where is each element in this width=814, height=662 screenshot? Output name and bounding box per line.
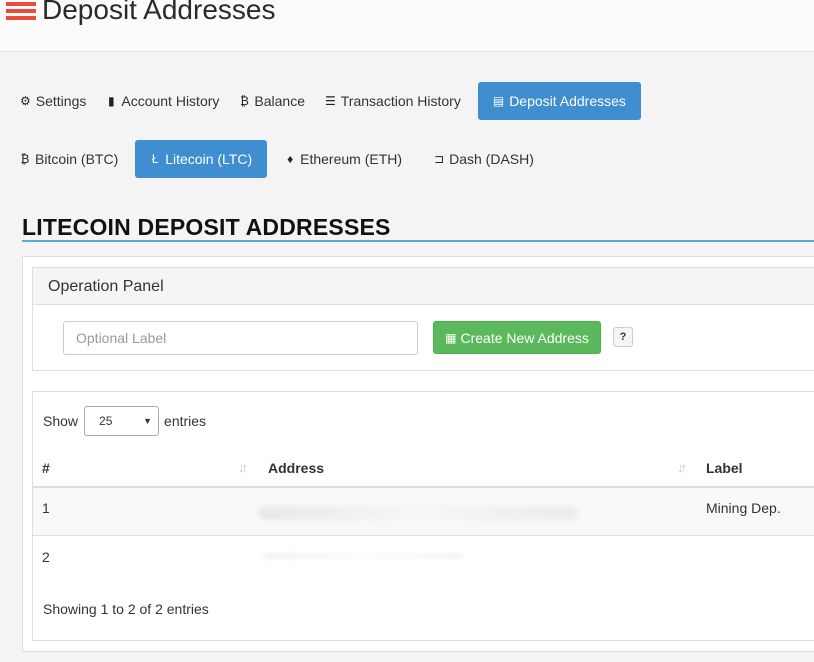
nav-deposit-addresses-label: Deposit Addresses	[509, 93, 626, 109]
nav-balance[interactable]: ₿ Balance	[229, 82, 315, 120]
tab-litecoin[interactable]: Ł Litecoin (LTC)	[135, 140, 268, 178]
redacted-address	[263, 553, 463, 559]
label-input[interactable]	[63, 321, 418, 355]
caret-down-icon: ▼	[143, 416, 153, 426]
tab-ethereum[interactable]: ♦ Ethereum (ETH)	[275, 140, 412, 178]
dash-icon: ⊐	[434, 152, 445, 166]
nav-transaction-history[interactable]: ☰ Transaction History	[315, 82, 471, 120]
show-label: Show	[43, 413, 79, 429]
sort-icon[interactable]: ↓↑	[238, 460, 248, 475]
bitcoin-icon: ₿	[239, 94, 249, 108]
page-length-control: Show 25 ▼ entries	[43, 406, 206, 436]
operation-panel: Operation Panel ▦ Create New Address ?	[32, 267, 814, 371]
page-title: Deposit Addresses	[42, 0, 276, 25]
nav-account-history-label: Account History	[121, 93, 220, 109]
account-nav: ⚙ Settings ▮ Account History ₿ Balance ☰…	[10, 82, 641, 120]
nav-balance-label: Balance	[254, 93, 305, 109]
column-address[interactable]: Address	[268, 454, 324, 488]
table-row: 1 Mining Dep.	[33, 488, 814, 536]
tab-dash[interactable]: ⊐ Dash (DASH)	[424, 140, 544, 178]
create-address-button[interactable]: ▦ Create New Address	[433, 321, 601, 354]
tab-bitcoin-label: Bitcoin (BTC)	[35, 151, 119, 167]
litecoin-icon: Ł	[151, 152, 159, 166]
row-index: 1	[42, 500, 50, 516]
table-icon: ▦	[445, 330, 457, 345]
table-header: # ↓↑ Address ↓↑ Label	[33, 454, 814, 488]
nav-transaction-history-label: Transaction History	[340, 93, 461, 109]
table-row: 2	[33, 537, 814, 585]
redacted-address	[258, 506, 578, 520]
sort-icon[interactable]: ↓↑	[677, 460, 687, 475]
gear-icon: ⚙	[20, 94, 31, 108]
entries-label: entries	[164, 413, 207, 429]
tab-dash-label: Dash (DASH)	[449, 151, 534, 167]
column-index[interactable]: #	[42, 454, 50, 488]
addresses-table-panel: Show 25 ▼ entries # ↓↑ Address ↓↑ Label …	[32, 391, 814, 641]
nav-account-history[interactable]: ▮ Account History	[96, 82, 229, 120]
operation-panel-title: Operation Panel	[33, 268, 814, 305]
list-icon: ☰	[325, 94, 336, 108]
table-info: Showing 1 to 2 of 2 entries	[43, 601, 209, 617]
page-header: Deposit Addresses	[0, 0, 814, 52]
ethereum-icon: ♦	[287, 152, 294, 166]
section-divider	[22, 240, 814, 242]
section-heading: LITECOIN DEPOSIT ADDRESSES	[22, 214, 391, 240]
nav-settings[interactable]: ⚙ Settings	[10, 82, 96, 120]
nav-settings-label: Settings	[35, 93, 87, 109]
row-label: Mining Dep.	[706, 500, 781, 516]
help-button[interactable]: ?	[613, 327, 633, 347]
list-alt-icon: ▤	[492, 94, 505, 108]
column-label[interactable]: Label	[706, 454, 743, 488]
list-icon	[6, 2, 36, 24]
bitcoin-icon: ₿	[20, 152, 30, 166]
book-icon: ▮	[108, 94, 115, 108]
create-address-label: Create New Address	[460, 329, 589, 346]
tab-bitcoin[interactable]: ₿ Bitcoin (BTC)	[10, 140, 128, 178]
tab-ethereum-label: Ethereum (ETH)	[300, 151, 403, 167]
page-size-value: 25	[99, 414, 113, 428]
page-size-select[interactable]: 25 ▼	[84, 406, 160, 436]
nav-deposit-addresses[interactable]: ▤ Deposit Addresses	[477, 82, 641, 120]
tab-litecoin-label: Litecoin (LTC)	[165, 151, 253, 167]
row-index: 2	[42, 549, 50, 565]
currency-tabs: ₿ Bitcoin (BTC) Ł Litecoin (LTC) ♦ Ether…	[10, 140, 544, 178]
